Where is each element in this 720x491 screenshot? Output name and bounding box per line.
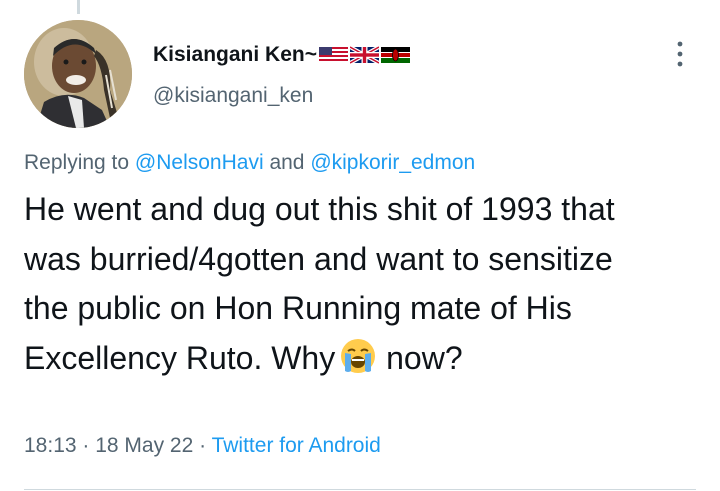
tweet-source-link[interactable]: Twitter for Android <box>212 434 381 457</box>
flag-emojis <box>318 44 410 66</box>
mention-link-nelsonhavi[interactable]: @NelsonHavi <box>135 151 264 174</box>
mention-link-kipkorir[interactable]: @kipkorir_edmon <box>310 151 475 174</box>
tweet-text-main: He went and dug out this shit of 1993 th… <box>24 191 615 376</box>
author-handle[interactable]: @kisiangani_ken <box>153 84 313 108</box>
uk-flag-icon <box>349 45 379 65</box>
tweet-text-tail: now? <box>377 339 463 376</box>
avatar[interactable] <box>24 20 132 128</box>
meta-separator-2: · <box>193 434 212 457</box>
divider <box>24 489 696 490</box>
us-flag-icon <box>318 47 348 63</box>
tweet-text: He went and dug out this shit of 1993 th… <box>24 185 664 383</box>
tweet-time[interactable]: 18:13 <box>24 434 77 457</box>
thread-connector-line <box>77 0 80 14</box>
more-options-icon[interactable] <box>669 37 691 71</box>
loudly-crying-face-icon <box>341 338 376 373</box>
avatar-photo <box>24 20 132 128</box>
display-name[interactable]: Kisiangani Ken~ <box>153 43 317 67</box>
author-name-row[interactable]: Kisiangani Ken~ <box>153 43 410 67</box>
replying-to-prefix: Replying to <box>24 151 135 174</box>
replying-to: Replying to @NelsonHavi and @kipkorir_ed… <box>24 151 475 175</box>
tweet-meta: 18:13 · 18 May 22 · Twitter for Android <box>24 434 381 458</box>
replying-to-joiner: and <box>263 151 311 174</box>
meta-separator: · <box>76 434 96 457</box>
tweet-date[interactable]: 18 May 22 <box>95 434 193 457</box>
kenya-flag-icon <box>380 47 410 63</box>
